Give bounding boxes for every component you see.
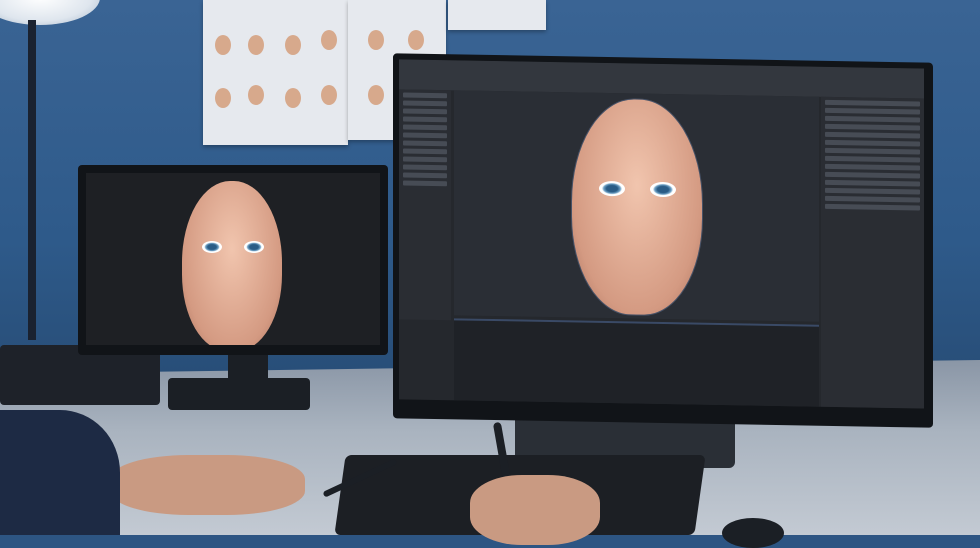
lamp-pole bbox=[28, 20, 36, 340]
right-eye bbox=[244, 241, 264, 253]
sleeve bbox=[0, 410, 120, 535]
face-model bbox=[571, 97, 703, 317]
left-monitor bbox=[78, 165, 388, 355]
reference-poster-right bbox=[448, 0, 546, 30]
timeline[interactable] bbox=[454, 318, 819, 407]
right-monitor-screen bbox=[399, 59, 924, 409]
left-monitor-screen bbox=[86, 173, 380, 345]
properties-panel bbox=[821, 96, 924, 409]
reference-poster-left bbox=[203, 0, 348, 145]
left-monitor-base bbox=[168, 378, 310, 410]
model-right-eye bbox=[650, 181, 676, 198]
right-monitor bbox=[393, 53, 933, 428]
model-left-eye bbox=[599, 180, 625, 197]
face-render bbox=[182, 181, 282, 345]
viewport bbox=[454, 90, 819, 322]
outliner-panel bbox=[399, 89, 451, 321]
left-eye bbox=[202, 241, 222, 253]
left-hand bbox=[110, 455, 305, 515]
mouse bbox=[722, 518, 784, 548]
